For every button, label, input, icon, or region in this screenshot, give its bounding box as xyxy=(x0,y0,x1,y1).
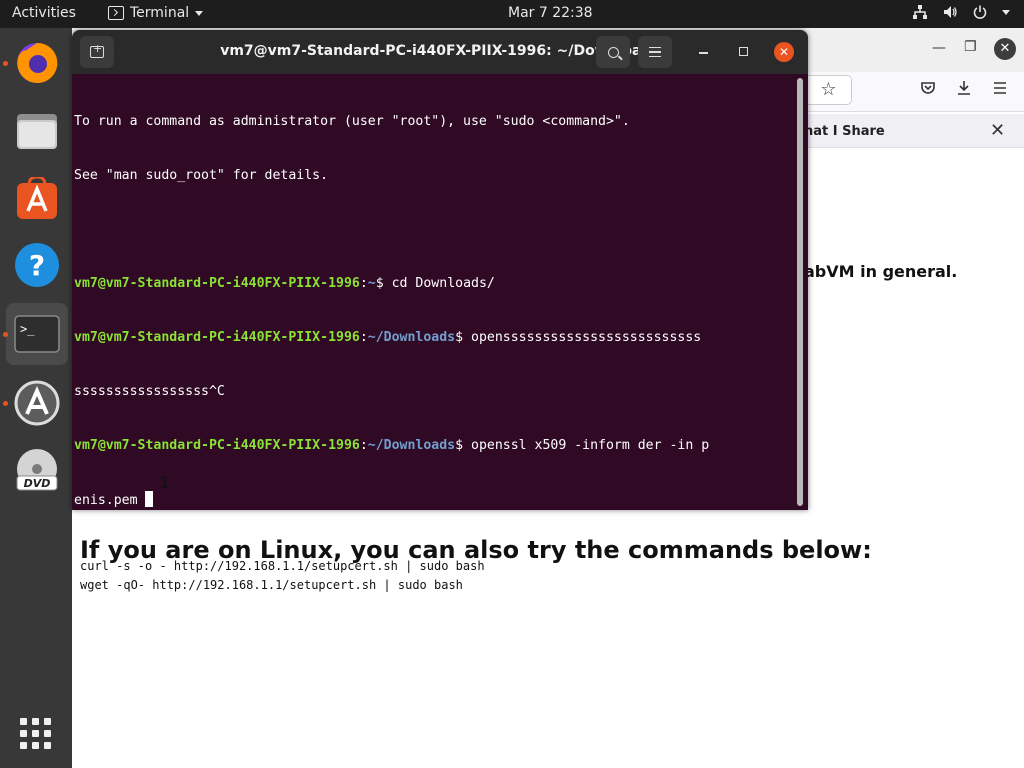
dock-item-firefox[interactable] xyxy=(3,32,68,94)
terminal-line: vm7@vm7-Standard-PC-i440FX-PIIX-1996:~/D… xyxy=(74,438,710,453)
show-applications-button[interactable] xyxy=(20,718,52,750)
search-button[interactable] xyxy=(596,36,630,68)
dock-item-ubuntu-software[interactable] xyxy=(6,168,68,230)
close-icon[interactable]: ✕ xyxy=(994,38,1016,60)
text-cursor xyxy=(145,491,154,507)
command-text: $ cd Downloads/ xyxy=(375,276,495,291)
software-store-icon xyxy=(17,177,57,219)
top-bar: Activities Terminal Mar 7 22:38 xyxy=(0,0,1024,28)
activities-button[interactable]: Activities xyxy=(12,5,76,21)
prompt-user: vm7@vm7-Standard-PC-i440FX-PIIX-1996 xyxy=(74,276,360,291)
command-text: $ openssl x509 -inform der -in p xyxy=(455,438,710,453)
app-menu[interactable]: Terminal xyxy=(108,5,204,21)
minimize-button[interactable] xyxy=(694,42,714,62)
terminal-line: vm7@vm7-Standard-PC-i440FX-PIIX-1996:~/D… xyxy=(74,330,702,345)
hamburger-menu-icon[interactable] xyxy=(992,80,1008,100)
minimize-icon xyxy=(699,52,708,54)
svg-text:DVD: DVD xyxy=(24,477,51,490)
running-indicator xyxy=(3,61,8,66)
terminal-scrollbar[interactable] xyxy=(797,78,803,506)
svg-text:>_: >_ xyxy=(20,322,35,336)
dock-item-help[interactable]: ? xyxy=(6,234,68,296)
search-icon xyxy=(607,46,619,58)
command-text: $ opensssssssssssssssssssssssss xyxy=(455,330,702,345)
running-indicator xyxy=(3,401,8,406)
svg-text:?: ? xyxy=(29,249,45,282)
clock[interactable]: Mar 7 22:38 xyxy=(508,5,593,21)
prompt-path: ~/Downloads xyxy=(367,438,456,453)
prompt-user: vm7@vm7-Standard-PC-i440FX-PIIX-1996 xyxy=(74,438,360,453)
wget-command: wget -qO- http://192.168.1.1/setupcert.s… xyxy=(80,578,463,592)
close-icon: ✕ xyxy=(778,45,790,59)
menu-button[interactable] xyxy=(638,36,672,68)
terminal-icon: >_ xyxy=(14,315,60,353)
system-tray[interactable] xyxy=(912,4,1010,20)
prompt-user: vm7@vm7-Standard-PC-i440FX-PIIX-1996 xyxy=(74,330,360,345)
chevron-down-icon[interactable] xyxy=(1002,9,1010,15)
terminal-line: See "man sudo_root" for details. xyxy=(74,168,329,183)
terminal-line: sssssssssssssssss^C xyxy=(74,384,225,399)
close-button[interactable]: ✕ xyxy=(774,42,794,62)
dock-item-terminal[interactable]: >_ xyxy=(3,303,68,365)
terminal-window[interactable]: vm7@vm7-Standard-PC-i440FX-PIIX-1996: ~/… xyxy=(72,30,808,510)
terminal-app-icon xyxy=(108,6,124,20)
dvd-icon: DVD xyxy=(16,449,58,491)
firefox-icon xyxy=(17,42,58,83)
mouse-ibeam-cursor-icon: I xyxy=(160,473,170,492)
maximize-button[interactable] xyxy=(734,42,754,62)
help-icon: ? xyxy=(15,243,59,287)
dock-item-software-updater[interactable] xyxy=(3,372,68,434)
volume-icon[interactable] xyxy=(942,4,958,20)
dock: ? >_ DVD xyxy=(0,28,72,768)
curl-command: curl -s -o - http://192.168.1.1/setupcer… xyxy=(80,559,485,573)
folder-icon xyxy=(17,114,57,149)
page-text-partial: abVM in general. xyxy=(804,262,958,281)
terminal-line: To run a command as administrator (user … xyxy=(74,114,630,129)
hamburger-menu-icon xyxy=(649,47,661,57)
terminal-line: enis.pem xyxy=(74,491,796,509)
network-icon[interactable] xyxy=(912,4,928,20)
prompt-path: ~ xyxy=(367,276,376,291)
terminal-line: vm7@vm7-Standard-PC-i440FX-PIIX-1996:~$ … xyxy=(74,276,495,291)
power-icon[interactable] xyxy=(972,4,988,20)
prompt-path: ~/Downloads xyxy=(367,330,456,345)
bookmark-star-icon[interactable]: ☆ xyxy=(806,75,852,105)
dock-item-dvd[interactable]: DVD xyxy=(6,440,68,502)
terminal-titlebar[interactable]: vm7@vm7-Standard-PC-i440FX-PIIX-1996: ~/… xyxy=(72,30,808,74)
terminal-output[interactable]: To run a command as administrator (user … xyxy=(74,77,796,509)
maximize-icon xyxy=(739,47,748,56)
close-icon[interactable]: ✕ xyxy=(990,120,1005,141)
restore-icon[interactable]: ❐ xyxy=(964,39,977,55)
downloads-icon[interactable] xyxy=(956,80,972,100)
minimize-icon[interactable]: — xyxy=(932,40,946,56)
pocket-icon[interactable] xyxy=(920,80,936,100)
dock-item-files[interactable] xyxy=(6,100,68,162)
chevron-down-icon xyxy=(195,10,204,16)
app-menu-label: Terminal xyxy=(130,5,190,21)
software-updater-icon xyxy=(14,380,60,426)
running-indicator xyxy=(3,332,8,337)
command-text: enis.pem xyxy=(74,493,146,508)
notification-bar-label: hat I Share xyxy=(804,124,885,139)
